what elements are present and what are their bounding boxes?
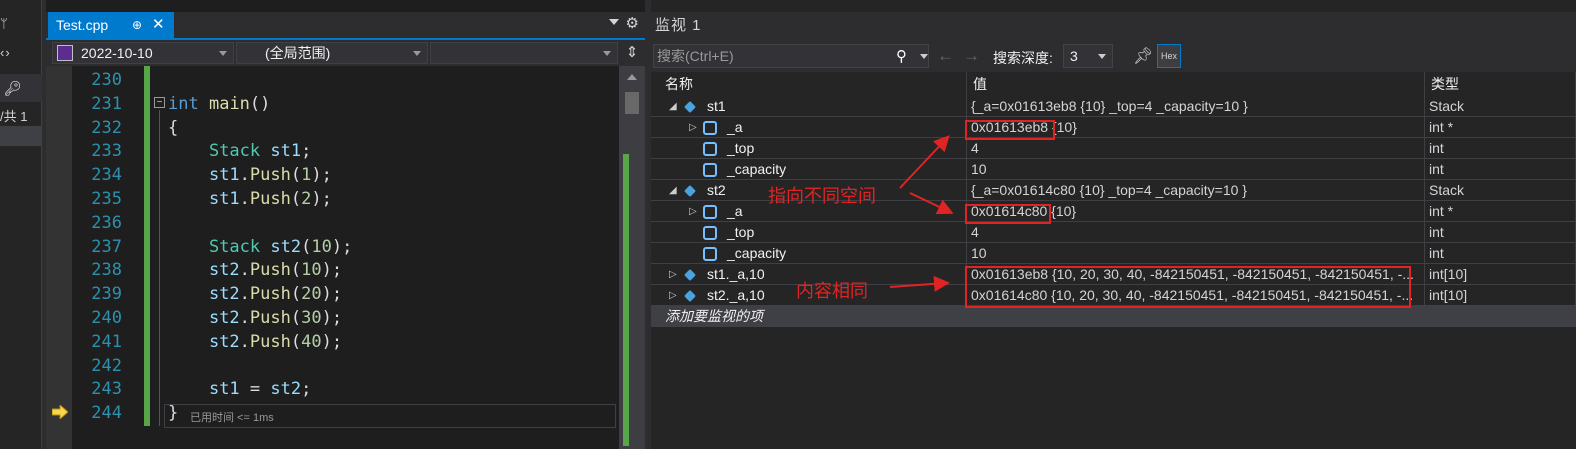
arrow-to-st2-address (909, 192, 954, 215)
arrow-to-array-contents (889, 275, 950, 292)
arrow-to-st1-address (899, 135, 950, 189)
annotation-arrows (889, 135, 954, 292)
